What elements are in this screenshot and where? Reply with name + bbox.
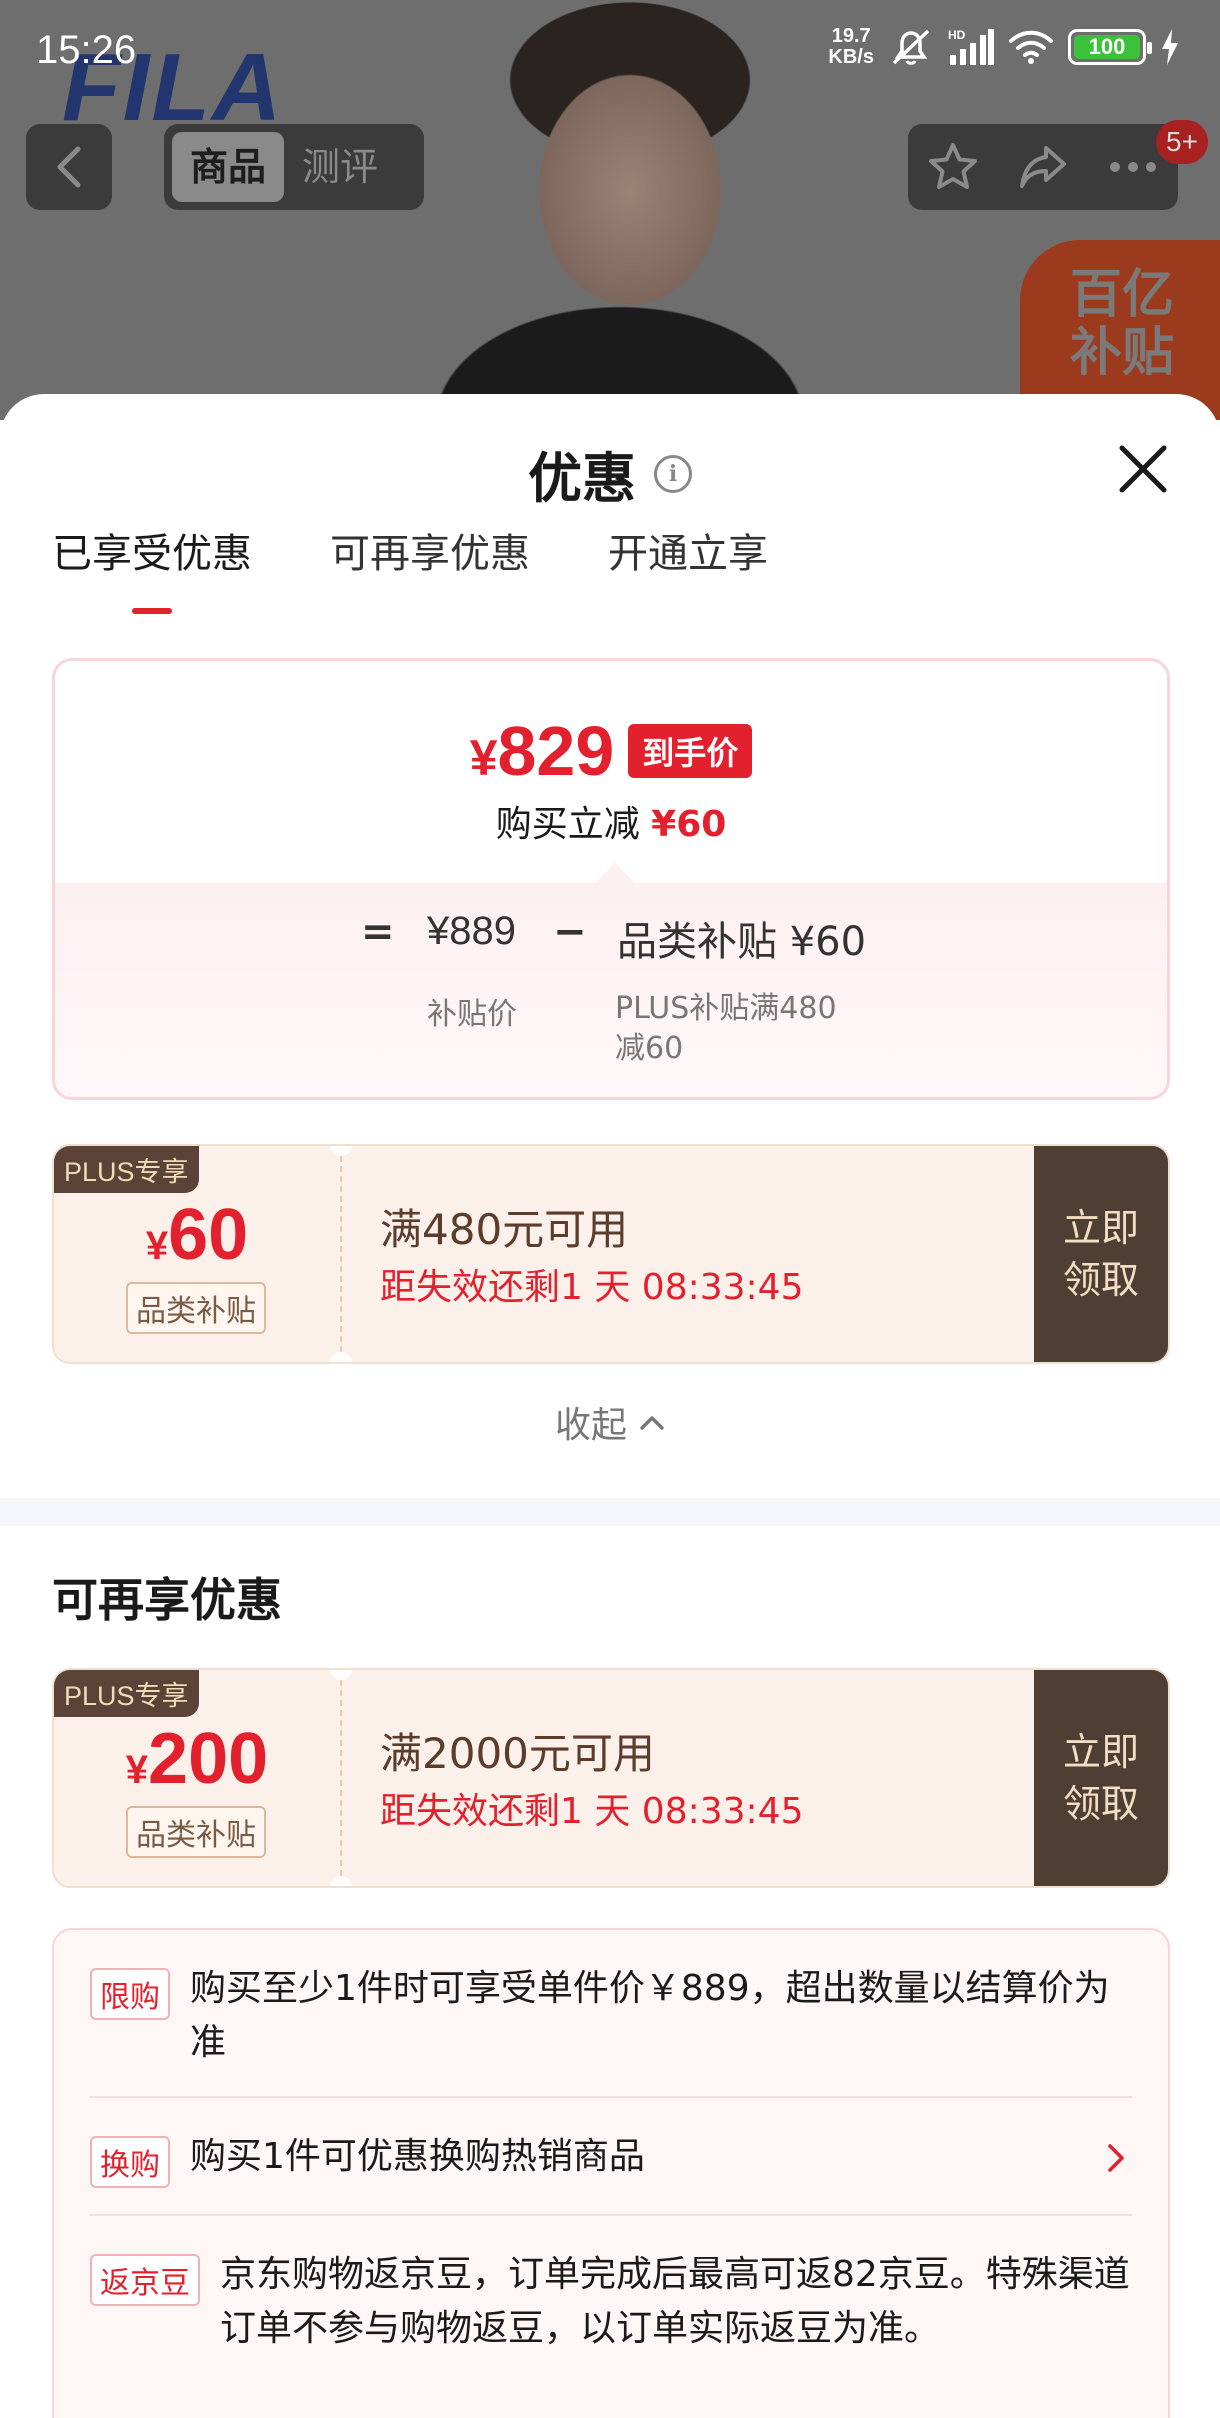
message-badge: 5+ <box>1156 120 1208 164</box>
chevron-left-icon <box>57 146 81 188</box>
more-icon[interactable] <box>1106 140 1160 194</box>
tab-review[interactable]: 测评 <box>284 132 396 202</box>
subsidy-price-label: 补贴价 <box>427 997 517 1032</box>
coupon-type: 品类补贴 <box>126 1806 266 1858</box>
cellular-signal-icon: HD <box>948 28 994 65</box>
category-subsidy: 品类补贴 ¥60 <box>617 919 867 965</box>
signal-hd-label: HD <box>948 28 966 42</box>
coupon-countdown: 距失效还剩1 天 08:33:45 <box>380 1791 804 1832</box>
promo-badge-line2: 补贴 <box>1070 323 1175 383</box>
rule-text: 京东购物返京豆，订单完成后最高可返82京豆。特殊渠道订单不参与购物返豆，以订单实… <box>220 2254 1130 2349</box>
price-calculation: = ¥889 − 品类补贴 ¥60 补贴价 PLUS补贴满480减60 <box>55 863 1167 1097</box>
final-price-tag: 到手价 <box>628 724 753 778</box>
rule-text: 购买至少1件时可享受单件价￥889，超出数量以结算价为准 <box>190 1968 1110 2063</box>
collapse-button[interactable]: 收起 <box>0 1396 1220 1448</box>
tab-more[interactable]: 可再享优惠 <box>330 524 530 584</box>
page-actions <box>908 124 1178 210</box>
more-discounts-title: 可再享优惠 <box>52 1573 282 1627</box>
status-indicators: 19.7 KB/s HD 100 <box>828 26 1180 68</box>
status-time: 15:26 <box>36 28 137 72</box>
rule-purchase-limit: 限购 购买至少1件时可享受单件价￥889，超出数量以结算价为准 <box>90 1930 1132 2098</box>
coupon-condition: 满480元可用 <box>380 1205 629 1254</box>
calc-minus: − <box>553 909 587 955</box>
tab-product[interactable]: 商品 <box>172 132 285 202</box>
coupon-condition: 满2000元可用 <box>380 1729 655 1778</box>
coupon-countdown: 距失效还剩1 天 08:33:45 <box>380 1267 804 1308</box>
sheet-title: 优惠 i <box>0 434 1220 513</box>
promo-badge-line1: 百亿 <box>1070 265 1175 325</box>
status-bar: 15:26 19.7 KB/s HD 100 <box>0 0 1220 100</box>
section-separator <box>0 1498 1220 1526</box>
claim-coupon-button[interactable]: 立即 领取 <box>1034 1146 1168 1362</box>
discount-tabs: 已享受优惠 可再享优惠 开通立享 <box>0 524 1220 624</box>
share-icon[interactable] <box>1016 140 1070 194</box>
tab-enjoyed[interactable]: 已享受优惠 <box>52 524 252 584</box>
price-breakdown-card: ¥829 到手价 购买立减 ¥60 = ¥889 − 品类补贴 ¥60 补贴价 … <box>52 658 1170 1100</box>
rule-trade-in[interactable]: 换购 购买1件可优惠换购热销商品 <box>90 2098 1132 2216</box>
charging-bolt-icon <box>1162 29 1178 65</box>
purchase-rules: 限购 购买至少1件时可享受单件价￥889，超出数量以结算价为准 换购 购买1件可… <box>52 1928 1170 2418</box>
close-icon[interactable] <box>1116 442 1170 496</box>
claim-coupon-button[interactable]: 立即 领取 <box>1034 1670 1168 1886</box>
back-button[interactable] <box>26 124 112 210</box>
sheet-title-text: 优惠 <box>528 447 636 510</box>
coupon-amount: ¥60 <box>145 1195 249 1275</box>
network-speed: 19.7 KB/s <box>828 26 874 68</box>
star-icon[interactable] <box>926 140 980 194</box>
network-speed-unit: KB/s <box>828 46 874 68</box>
wifi-icon <box>1009 30 1053 64</box>
page-tabs: 商品 测评 <box>164 124 424 210</box>
chevron-right-icon <box>1108 2144 1124 2172</box>
rule-jd-beans: 返京豆 京东购物返京豆，订单完成后最高可返82京豆。特殊渠道订单不参与购物返豆，… <box>90 2216 1132 2382</box>
sheet-header: 优惠 i <box>0 394 1220 524</box>
battery-level: 100 <box>1088 34 1126 59</box>
coupon-type: 品类补贴 <box>126 1282 266 1334</box>
final-price: ¥829 <box>469 712 615 790</box>
network-speed-value: 19.7 <box>831 25 871 47</box>
category-subsidy-note: PLUS补贴满480减60 <box>615 991 837 1066</box>
subsidy-price: ¥889 <box>427 909 516 953</box>
more-coupon: PLUS专享 ¥200 品类补贴 满2000元可用 距失效还剩1 天 08:33… <box>52 1668 1170 1888</box>
subsidy-promo-badge: 百亿 补贴 <box>1020 240 1220 420</box>
calc-equals: = <box>361 909 395 955</box>
coupon-amount: ¥200 <box>125 1719 269 1799</box>
plus-exclusive-badge: PLUS专享 <box>54 1670 199 1717</box>
chevron-up-icon <box>640 1416 664 1430</box>
plus-exclusive-badge: PLUS专享 <box>54 1146 199 1193</box>
rule-tag: 返京豆 <box>90 2254 200 2306</box>
rule-text: 购买1件可优惠换购热销商品 <box>190 2136 645 2177</box>
mute-bell-icon <box>892 29 930 65</box>
instant-discount: 购买立减 ¥60 <box>495 804 727 845</box>
info-icon[interactable]: i <box>654 454 692 493</box>
collapse-label: 收起 <box>554 1405 627 1446</box>
tab-activate[interactable]: 开通立享 <box>608 524 768 584</box>
rule-tag: 限购 <box>90 1968 170 2020</box>
discount-sheet: 优惠 i 已享受优惠 可再享优惠 开通立享 ¥829 到手价 购买立减 ¥60 … <box>0 394 1220 2418</box>
rule-tag: 换购 <box>90 2136 170 2188</box>
enjoyed-coupon: PLUS专享 ¥60 品类补贴 满480元可用 距失效还剩1 天 08:33:4… <box>52 1144 1170 1364</box>
battery-indicator: 100 <box>1068 29 1152 65</box>
